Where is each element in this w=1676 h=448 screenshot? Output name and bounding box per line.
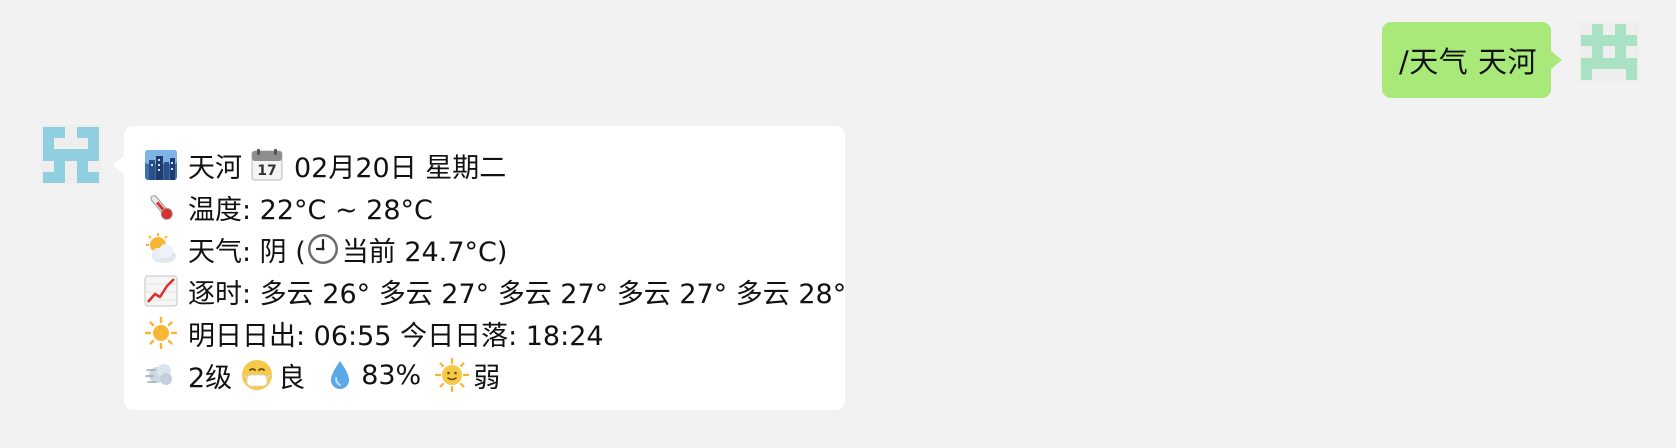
temperature-text: 温度: 22°C ~ 28°C: [188, 194, 433, 226]
sun-icon: [144, 316, 178, 350]
clock-icon: [306, 232, 340, 266]
wind-icon: [144, 358, 178, 392]
outgoing-message-text: /天气 天河: [1399, 45, 1537, 79]
chart-increasing-icon: [144, 274, 178, 308]
temperature-line: 温度: 22°C ~ 28°C: [144, 186, 845, 228]
droplet-icon: [323, 358, 357, 392]
thermometer-icon: [144, 190, 178, 224]
user-avatar[interactable]: [1579, 22, 1639, 82]
uv-index-text: 弱: [473, 362, 501, 394]
air-quality-text: 良: [278, 362, 306, 394]
outgoing-message-bubble[interactable]: /天气 天河: [1382, 22, 1562, 98]
humidity-text: 83%: [361, 359, 422, 391]
sun-with-face-icon: [435, 358, 470, 392]
date-text: 02月20日 星期二: [294, 152, 507, 184]
calendar-icon: 17: [250, 148, 284, 182]
sun-times-text: 明日日出: 06:55 今日日落: 18:24: [188, 320, 604, 352]
wind-air-line: 2级 良 83% 弱: [144, 354, 845, 396]
hourly-forecast-text: 逐时: 多云 26° 多云 27° 多云 27° 多云 27° 多云 28°: [188, 278, 847, 310]
sun-times-line: 明日日出: 06:55 今日日落: 18:24: [144, 312, 845, 354]
cityscape-icon: [144, 148, 178, 182]
sun-behind-cloud-icon: [144, 232, 178, 266]
condition-text: 天气: 阴 (: [188, 236, 306, 268]
city-name: 天河: [188, 152, 242, 184]
svg-text:17: 17: [257, 163, 276, 179]
mask-face-icon: [240, 358, 274, 392]
condition-line: 天气: 阴 ( 当前 24.7°C): [144, 228, 845, 270]
weather-reply-bubble[interactable]: 天河 17 02月20日 星期二 温度: 22°C ~ 28°C 天气: 阴 (…: [113, 126, 847, 410]
current-temperature-text: 当前 24.7°C): [341, 236, 508, 268]
wind-level-text: 2级: [188, 362, 233, 394]
hourly-line: 逐时: 多云 26° 多云 27° 多云 27° 多云 27° 多云 28°: [144, 270, 847, 312]
weather-header-line: 天河 17 02月20日 星期二: [144, 144, 845, 186]
bot-avatar[interactable]: [41, 125, 101, 185]
